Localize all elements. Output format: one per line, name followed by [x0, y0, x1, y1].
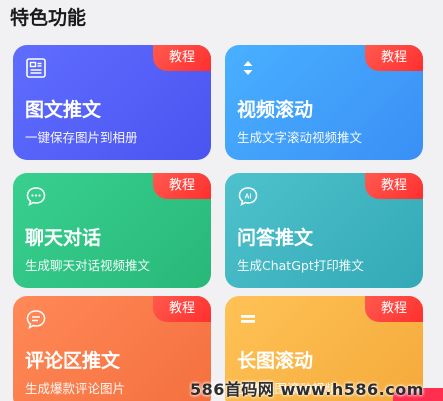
tutorial-badge[interactable]: 教程: [365, 45, 423, 71]
card-title: 评论区推文: [25, 350, 121, 372]
card-title: 视频滚动: [237, 99, 314, 121]
scroll-arrows-icon: [243, 61, 253, 75]
card-subtitle: 生成聊天对话视频推文: [25, 258, 151, 273]
card-title: 聊天对话: [25, 227, 102, 249]
document-icon: [26, 58, 46, 78]
comment-icon: [26, 310, 46, 329]
card-title: 图文推文: [25, 99, 102, 121]
card-subtitle: 生成爆款评论图片: [25, 381, 126, 396]
long-image-icon: [241, 315, 255, 323]
card-chat-dialogue[interactable]: 教程 聊天对话 生成聊天对话视频推文: [13, 173, 211, 288]
tutorial-badge[interactable]: 教程: [153, 173, 211, 199]
card-title: 长图滚动: [237, 350, 314, 372]
tutorial-badge[interactable]: 教程: [365, 296, 423, 322]
card-subtitle: 一键保存图片到相册: [25, 130, 138, 145]
feature-page: 特色功能 教程 图文推文 一键保存图片到相册 教程 视频滚动 生成文字滚动视频推…: [0, 0, 443, 401]
ai-chat-icon: AI: [238, 187, 258, 206]
watermark: 586首码网 www.h586.com: [190, 380, 424, 399]
chat-bubble-icon: [26, 187, 46, 206]
card-qa-post[interactable]: 教程 AI 问答推文 生成ChatGpt打印推文: [225, 173, 423, 288]
tutorial-badge[interactable]: 教程: [153, 45, 211, 71]
svg-text:AI: AI: [245, 193, 252, 200]
tutorial-badge[interactable]: 教程: [365, 173, 423, 199]
card-comment-post[interactable]: 教程 评论区推文 生成爆款评论图片: [13, 296, 211, 401]
card-subtitle: 生成文字滚动视频推文: [237, 130, 363, 145]
card-subtitle: 生成ChatGpt打印推文: [237, 258, 364, 273]
card-video-scroll[interactable]: 教程 视频滚动 生成文字滚动视频推文: [225, 45, 423, 160]
tutorial-badge[interactable]: 教程: [153, 296, 211, 322]
section-title: 特色功能: [10, 7, 87, 29]
card-title: 问答推文: [237, 227, 314, 249]
card-image-text[interactable]: 教程 图文推文 一键保存图片到相册: [13, 45, 211, 160]
